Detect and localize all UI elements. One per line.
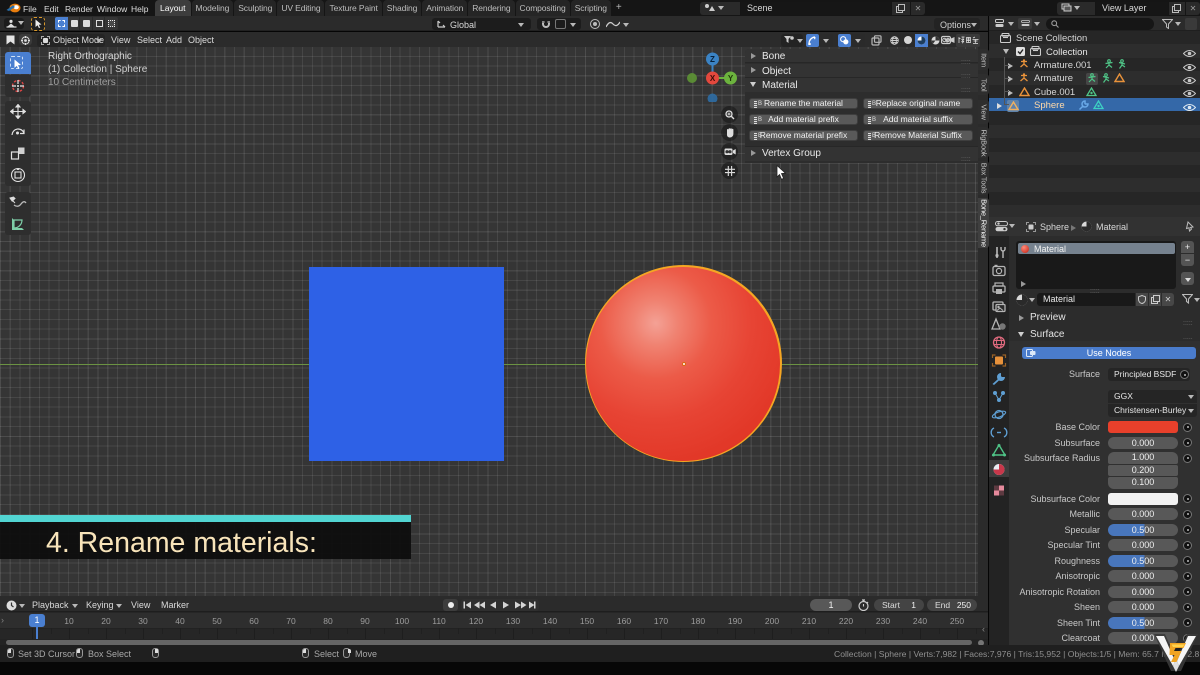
svg-text:Z: Z xyxy=(710,55,715,64)
svg-text:Y: Y xyxy=(728,74,734,83)
svg-text:X: X xyxy=(710,74,716,83)
